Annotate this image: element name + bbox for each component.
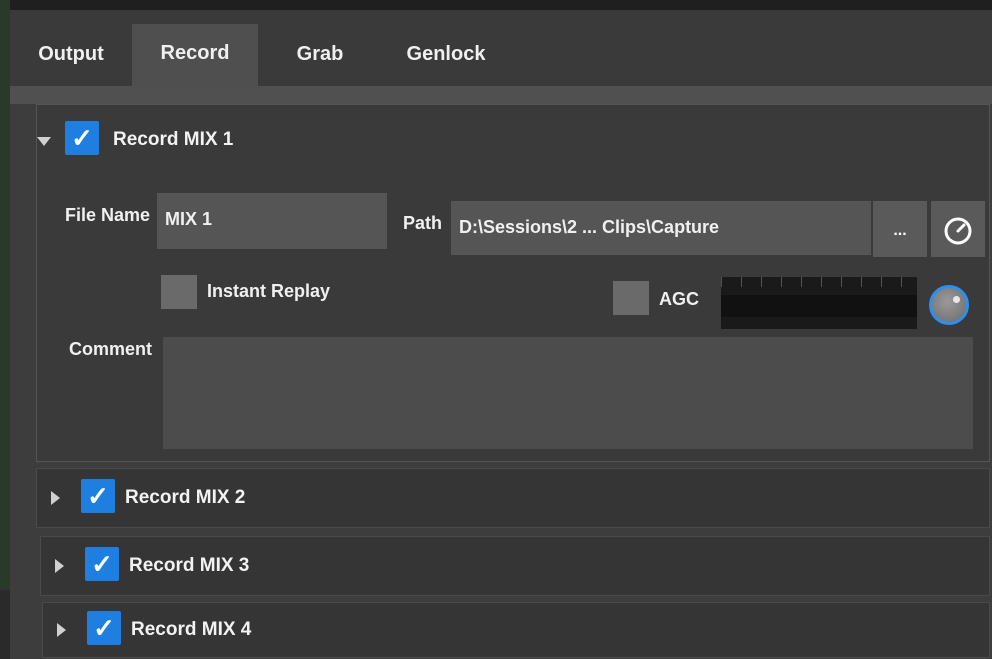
file-name-label: File Name — [65, 205, 151, 225]
meter-ticks — [721, 277, 917, 287]
record-settings-window: Output Record Grab Genlock ✓ Record MIX … — [10, 10, 992, 659]
instant-replay-checkbox[interactable] — [161, 275, 197, 309]
checkmark-icon[interactable]: ✓ — [81, 479, 115, 513]
record-mix-1-section: ✓ Record MIX 1 File Name MIX 1 Path D:\S… — [36, 104, 990, 462]
gain-knob[interactable] — [929, 285, 969, 325]
tab-record[interactable]: Record — [132, 24, 258, 86]
section-title[interactable]: Record MIX 2 — [125, 487, 245, 509]
tab-underline — [10, 86, 992, 104]
comment-label: Comment — [69, 339, 153, 359]
checkmark-icon[interactable]: ✓ — [85, 547, 119, 581]
tab-bar: Output Record Grab Genlock — [10, 10, 992, 86]
agc-checkbox[interactable] — [613, 281, 649, 315]
section-title[interactable]: Record MIX 4 — [131, 619, 251, 641]
record-mix-3-section[interactable]: ✓ Record MIX 3 — [40, 536, 990, 596]
section-title[interactable]: Record MIX 3 — [129, 555, 249, 577]
tab-genlock[interactable]: Genlock — [394, 32, 498, 86]
meter-bar — [721, 295, 917, 317]
path-label: Path — [403, 213, 443, 233]
screen-bezel — [0, 0, 10, 659]
browse-button[interactable]: ... — [873, 201, 927, 257]
section-title[interactable]: Record MIX 1 — [113, 129, 233, 151]
checkmark-icon[interactable]: ✓ — [87, 611, 121, 645]
record-mix-2-section[interactable]: ✓ Record MIX 2 — [36, 468, 990, 528]
comment-input[interactable] — [163, 337, 973, 449]
tab-grab[interactable]: Grab — [280, 32, 360, 86]
gauge-button[interactable] — [931, 201, 985, 257]
triangle-down-icon[interactable] — [37, 137, 51, 146]
triangle-right-icon[interactable] — [55, 559, 64, 573]
agc-label: AGC — [659, 289, 699, 309]
instant-replay-label: Instant Replay — [207, 281, 331, 301]
path-input[interactable]: D:\Sessions\2 ... Clips\Capture — [451, 201, 871, 255]
triangle-right-icon[interactable] — [51, 491, 60, 505]
speedometer-icon — [944, 217, 972, 245]
record-mix-4-section[interactable]: ✓ Record MIX 4 — [42, 602, 990, 658]
file-name-input[interactable]: MIX 1 — [157, 193, 387, 249]
triangle-right-icon[interactable] — [57, 623, 66, 637]
audio-level-meter — [721, 277, 917, 329]
checkmark-icon[interactable]: ✓ — [65, 121, 99, 155]
tab-output[interactable]: Output — [26, 32, 116, 86]
